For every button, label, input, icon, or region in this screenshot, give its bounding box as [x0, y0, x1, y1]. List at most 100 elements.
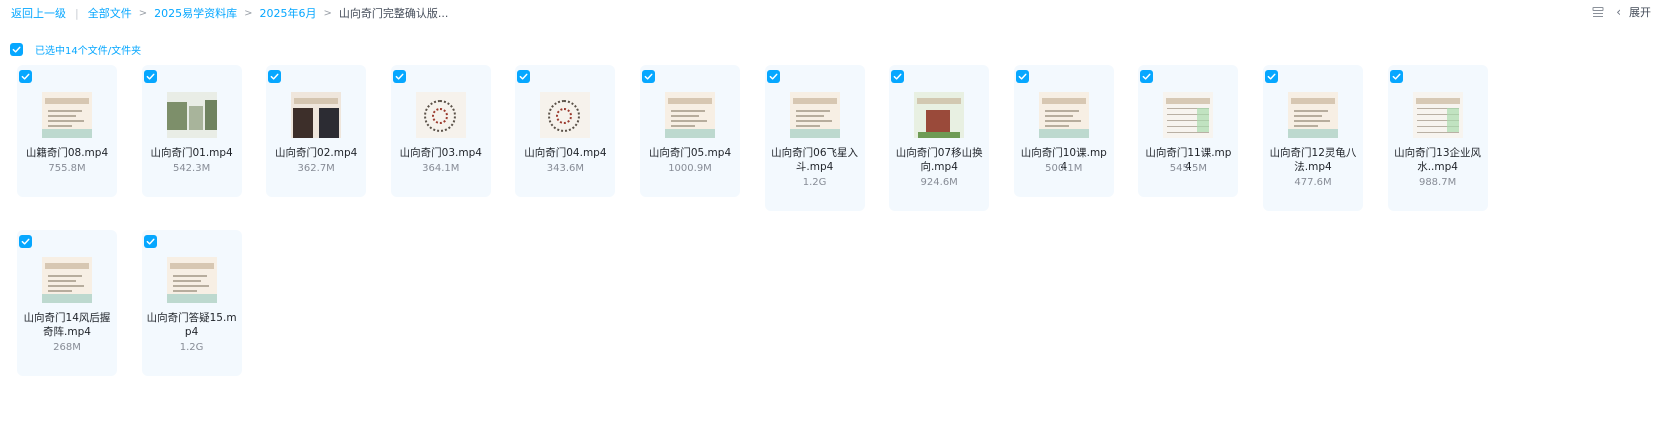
file-size: 1000.9M	[668, 163, 712, 174]
check-icon	[769, 73, 778, 80]
video-thumbnail[interactable]	[665, 92, 715, 138]
video-thumbnail[interactable]	[1412, 92, 1463, 138]
video-thumbnail[interactable]	[42, 92, 92, 138]
file-card[interactable]: 山向奇门02.mp4 362.7M	[266, 65, 367, 197]
file-checkbox[interactable]	[1140, 70, 1154, 83]
video-thumbnail[interactable]	[540, 92, 591, 138]
back-link[interactable]: 返回上一级	[11, 5, 66, 21]
file-name[interactable]: 山籍奇门08.mp4	[21, 146, 113, 160]
file-card[interactable]: 山向奇门答疑15.mp4 1.2G	[141, 230, 242, 376]
file-checkbox[interactable]	[392, 70, 406, 83]
select-all-checkbox[interactable]	[10, 43, 23, 56]
check-icon	[1392, 73, 1401, 80]
file-card[interactable]: 山向奇门13企业风水..mp4 988.7M	[1387, 65, 1488, 211]
file-name[interactable]: 山向奇门01.mp4	[146, 146, 238, 160]
check-icon	[1267, 73, 1276, 80]
file-size: 924.6M	[920, 177, 958, 188]
file-card[interactable]: 山向奇门05.mp4 1000.9M	[640, 65, 740, 197]
file-card[interactable]: 山向奇门03.mp4 364.1M	[390, 65, 491, 197]
file-size: 364.1M	[422, 163, 460, 174]
file-name[interactable]: 山向奇门12灵龟八法.mp4	[1267, 146, 1359, 174]
chevron-right-icon: >	[138, 7, 148, 19]
selection-summary: 已选中14个文件/文件夹	[35, 46, 142, 57]
file-size: 343.6M	[546, 163, 585, 174]
file-checkbox[interactable]	[891, 70, 905, 83]
breadcrumb-divider: |	[75, 6, 79, 20]
check-icon	[395, 73, 404, 80]
file-checkbox[interactable]	[1265, 70, 1278, 83]
file-checkbox[interactable]	[268, 70, 282, 83]
check-icon	[21, 238, 30, 245]
check-icon	[270, 73, 279, 80]
file-size: 755.8M	[48, 163, 86, 174]
video-thumbnail[interactable]	[914, 92, 965, 138]
file-card[interactable]: 山向奇门12灵龟八法.mp4 477.6M	[1263, 65, 1363, 211]
file-checkbox[interactable]	[19, 235, 32, 248]
file-checkbox[interactable]	[143, 70, 157, 83]
check-icon	[893, 73, 902, 80]
file-card[interactable]: 山籍奇门08.mp4 755.8M	[17, 65, 117, 197]
chevron-right-icon: >	[323, 7, 332, 19]
file-card[interactable]: 山向奇门04.mp4 343.6M	[515, 65, 616, 197]
file-checkbox[interactable]	[766, 70, 780, 83]
file-size: 500.1M	[1045, 163, 1083, 174]
file-card[interactable]: 山向奇门14风后握奇阵.mp4 268M	[17, 230, 117, 376]
file-name[interactable]: 山向奇门04.mp4	[519, 146, 611, 160]
file-card[interactable]: 山向奇门10课.mp4 500.1M	[1013, 65, 1114, 197]
file-size: 545.5M	[1169, 163, 1208, 174]
file-checkbox[interactable]	[642, 70, 655, 83]
file-name[interactable]: 山向奇门14风后握奇阵.mp4	[21, 311, 113, 339]
file-checkbox[interactable]	[19, 70, 32, 83]
file-size: 362.7M	[297, 163, 335, 174]
file-name[interactable]: 山向奇门07移山换向.mp4	[893, 146, 985, 174]
file-name[interactable]: 山向奇门06飞星入斗.mp4	[769, 146, 861, 174]
file-card[interactable]: 山向奇门06飞星入斗.mp4 1.2G	[764, 65, 865, 211]
check-icon	[1018, 73, 1027, 80]
file-card[interactable]: 山向奇门11课.mp4 545.5M	[1138, 65, 1239, 197]
breadcrumb-item-all-files[interactable]: 全部文件	[88, 5, 132, 21]
file-size: 1.2G	[179, 342, 204, 353]
select-all-row: 已选中14个文件/文件夹	[10, 42, 141, 57]
check-icon	[520, 73, 528, 80]
check-icon	[644, 73, 653, 80]
check-icon	[1143, 73, 1151, 80]
file-name[interactable]: 山向奇门05.mp4	[644, 146, 736, 160]
check-icon	[146, 73, 155, 80]
view-controls: ‹ 展开	[1592, 4, 1651, 20]
video-thumbnail[interactable]	[415, 92, 466, 138]
file-size: 542.3M	[172, 163, 211, 174]
file-checkbox[interactable]	[517, 70, 531, 83]
file-card[interactable]: 山向奇门07移山换向.mp4 924.6M	[889, 65, 990, 211]
breadcrumb-current: 山向奇门完整确认版...	[338, 7, 449, 20]
breadcrumb-item-month[interactable]: 2025年6月	[260, 5, 317, 21]
chevron-left-icon[interactable]: ‹	[1616, 5, 1621, 19]
video-thumbnail[interactable]	[42, 257, 92, 303]
check-icon	[21, 73, 30, 80]
video-thumbnail[interactable]	[166, 92, 217, 138]
file-name[interactable]: 山向奇门02.mp4	[270, 146, 362, 160]
video-thumbnail[interactable]	[291, 92, 342, 138]
check-icon	[146, 238, 155, 245]
video-thumbnail[interactable]	[166, 257, 217, 303]
video-thumbnail[interactable]	[789, 92, 840, 138]
video-thumbnail[interactable]	[1038, 92, 1089, 138]
file-name[interactable]: 山向奇门03.mp4	[395, 146, 487, 160]
check-icon	[12, 46, 21, 53]
file-card[interactable]: 山向奇门01.mp4 542.3M	[141, 65, 242, 197]
expand-button[interactable]: 展开	[1629, 4, 1651, 20]
top-bar: 返回上一级 | 全部文件 > 2025易学资料库 > 2025年6月 > 山向奇…	[0, 0, 1677, 26]
file-name[interactable]: 山向奇门13企业风水..mp4	[1392, 146, 1484, 174]
breadcrumb-item-library[interactable]: 2025易学资料库	[154, 5, 237, 21]
list-view-icon[interactable]	[1592, 6, 1604, 18]
file-size: 268M	[53, 342, 81, 353]
file-checkbox[interactable]	[143, 235, 157, 248]
breadcrumb: 返回上一级 | 全部文件 > 2025易学资料库 > 2025年6月 > 山向奇…	[11, 5, 448, 21]
file-name[interactable]: 山向奇门答疑15.mp4	[146, 311, 238, 339]
file-checkbox[interactable]	[1015, 70, 1029, 83]
video-thumbnail[interactable]	[1288, 92, 1338, 138]
file-checkbox[interactable]	[1389, 70, 1403, 83]
file-size: 477.6M	[1294, 177, 1332, 188]
video-thumbnail[interactable]	[1163, 92, 1214, 138]
file-size: 1.2G	[802, 177, 827, 188]
file-size: 988.7M	[1418, 177, 1457, 188]
